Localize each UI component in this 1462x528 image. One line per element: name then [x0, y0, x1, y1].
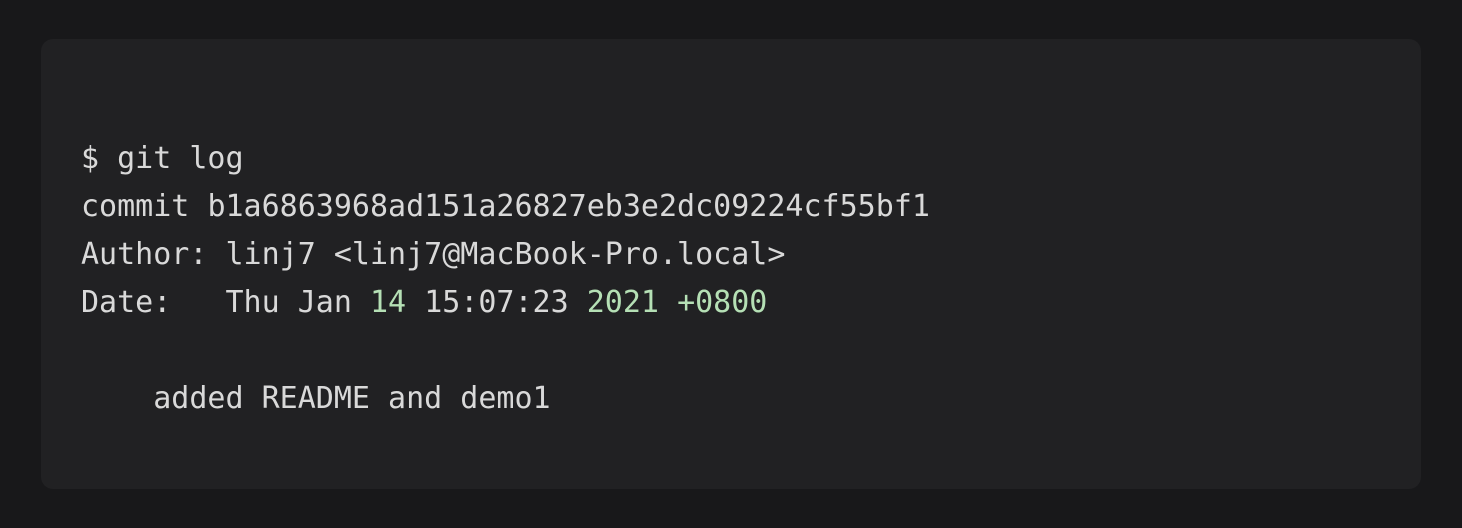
commit-hash: b1a6863968ad151a26827eb3e2dc09224cf55bf1: [207, 189, 929, 224]
author-label: Author:: [81, 237, 226, 272]
date-timezone: +0800: [677, 285, 767, 320]
date-year: 2021: [587, 285, 659, 320]
shell-command: git log: [117, 141, 243, 176]
author-value: linj7 <linj7@MacBook-Pro.local>: [226, 237, 786, 272]
date-sep: [406, 285, 424, 320]
terminal-output-panel: $ git log commit b1a6863968ad151a26827eb…: [41, 39, 1421, 489]
commit-label: commit: [81, 189, 207, 224]
date-sep: [569, 285, 587, 320]
date-day: 14: [370, 285, 406, 320]
shell-prompt: $: [81, 141, 117, 176]
date-month: Jan: [298, 285, 370, 320]
commit-message-indent: [81, 381, 153, 416]
date-sep: [659, 285, 677, 320]
date-weekday: Thu: [226, 285, 298, 320]
commit-message: added README and demo1: [153, 381, 550, 416]
date-label: Date:: [81, 285, 226, 320]
date-time: 15:07:23: [424, 285, 569, 320]
